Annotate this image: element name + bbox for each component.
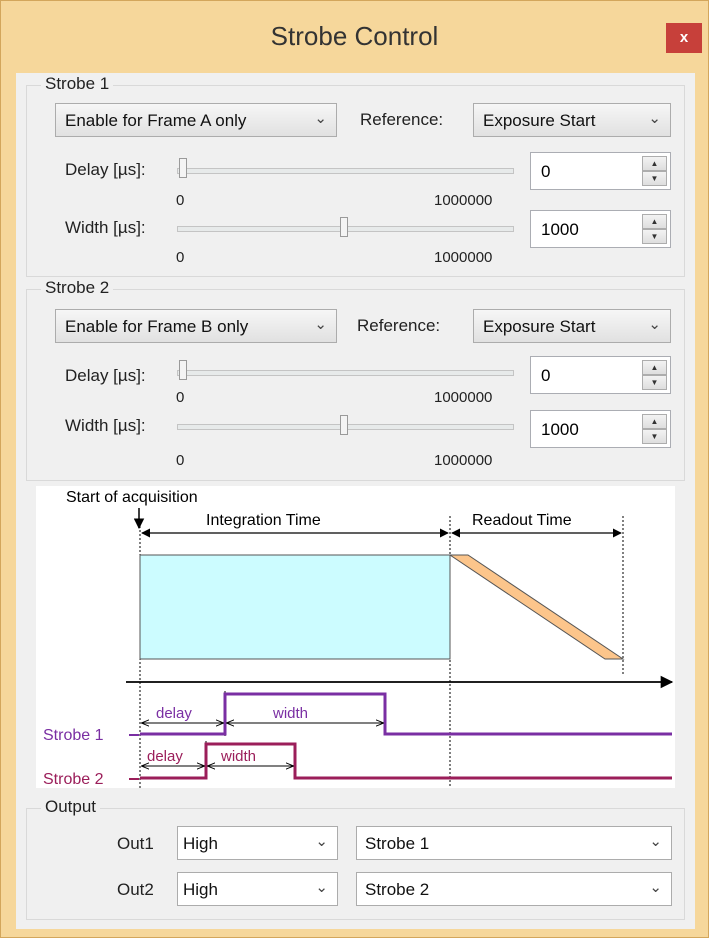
strobe2-legend: Strobe 2 (41, 278, 114, 298)
chevron-down-icon: ⌄ (314, 110, 327, 127)
strobe1-delay-value: 0 (541, 162, 551, 181)
out2-level-dropdown[interactable]: High ⌄ (177, 872, 338, 906)
strobe2-delay-slider-thumb[interactable] (179, 360, 187, 380)
out1-label: Out1 (117, 834, 154, 853)
chevron-down-icon: ⌄ (648, 110, 661, 127)
spin-up-icon[interactable]: ▲ (642, 414, 667, 429)
out2-level-value: High (183, 880, 218, 899)
strobe2-delay-track[interactable] (177, 370, 514, 376)
strobe1-delay-spinbox[interactable]: 0 ▲ ▼ (530, 152, 671, 190)
strobe1-width-slider-thumb[interactable] (340, 217, 348, 237)
chevron-down-icon: ⌄ (649, 879, 662, 896)
strobe1-width-text: width (272, 705, 308, 722)
output-legend: Output (41, 797, 101, 817)
readout-area (448, 554, 625, 660)
strobe1-delay-max: 1000000 (434, 192, 493, 209)
strobe2-delay-value: 0 (541, 366, 551, 385)
chevron-down-icon: ⌄ (648, 316, 661, 333)
chevron-down-icon: ⌄ (315, 833, 328, 850)
strobe1-delay-min: 0 (176, 192, 185, 209)
strobe-control-window: Strobe Control x Strobe 1 Enable for Fra… (0, 0, 709, 938)
output-group: Output Out1 High ⌄ Strobe 1 ⌄ Out2 High … (26, 797, 685, 920)
title-bar[interactable]: Strobe Control x (1, 1, 708, 73)
chevron-down-icon: ⌄ (315, 879, 328, 896)
strobe1-width-value: 1000 (541, 220, 579, 239)
out1-source-dropdown[interactable]: Strobe 1 ⌄ (356, 826, 672, 860)
out2-source-dropdown[interactable]: Strobe 2 ⌄ (356, 872, 672, 906)
start-of-acquisition-label: Start of acquisition (66, 489, 198, 506)
spin-up-icon[interactable]: ▲ (642, 360, 667, 375)
out1-level-dropdown[interactable]: High ⌄ (177, 826, 338, 860)
readout-time-label: Readout Time (472, 512, 572, 529)
strobe1-width-label: Width [µs]: (65, 218, 146, 237)
strobe2-waveform (140, 742, 672, 780)
strobe2-width-label: Width [µs]: (65, 416, 146, 435)
strobe1-signal-label: Strobe 1 (43, 727, 104, 744)
spin-up-icon[interactable]: ▲ (642, 214, 667, 229)
integration-time-label: Integration Time (206, 512, 321, 529)
integration-area (139, 554, 451, 660)
strobe2-width-spinbox[interactable]: 1000 ▲ ▼ (530, 410, 671, 448)
strobe2-width-slider-thumb[interactable] (340, 415, 348, 435)
strobe2-mode-value: Enable for Frame B only (65, 317, 249, 336)
spin-down-icon[interactable]: ▼ (642, 429, 667, 444)
chevron-down-icon: ⌄ (314, 316, 327, 333)
strobe1-legend: Strobe 1 (41, 74, 114, 94)
strobe2-width-min: 0 (176, 452, 185, 469)
client-area: Strobe 1 Enable for Frame A only ⌄ Refer… (16, 73, 695, 929)
strobe1-delay-text: delay (156, 705, 192, 722)
strobe2-group: Strobe 2 Enable for Frame B only ⌄ Refer… (26, 278, 685, 481)
window-title: Strobe Control (270, 21, 439, 51)
strobe1-reference-value: Exposure Start (483, 111, 596, 130)
strobe1-delay-label: Delay [µs]: (65, 160, 146, 179)
strobe2-mode-dropdown[interactable]: Enable for Frame B only ⌄ (55, 309, 337, 343)
strobe1-delay-slider-thumb[interactable] (179, 158, 187, 178)
strobe2-delay-label: Delay [µs]: (65, 366, 146, 385)
out2-source-value: Strobe 2 (365, 880, 430, 899)
strobe1-mode-dropdown[interactable]: Enable for Frame A only ⌄ (55, 103, 337, 137)
strobe2-signal-label: Strobe 2 (43, 771, 104, 788)
strobe1-group: Strobe 1 Enable for Frame A only ⌄ Refer… (26, 74, 685, 277)
strobe2-delay-spinbox[interactable]: 0 ▲ ▼ (530, 356, 671, 394)
strobe1-width-spinbox[interactable]: 1000 ▲ ▼ (530, 210, 671, 248)
strobe1-mode-value: Enable for Frame A only (65, 111, 247, 130)
strobe2-reference-dropdown[interactable]: Exposure Start ⌄ (473, 309, 671, 343)
strobe2-delay-min: 0 (176, 389, 185, 406)
out1-source-value: Strobe 1 (365, 834, 430, 853)
strobe1-waveform (140, 692, 672, 736)
strobe1-reference-dropdown[interactable]: Exposure Start ⌄ (473, 103, 671, 137)
timing-diagram-svg: Start of acquisition Integration Time Re… (43, 489, 674, 788)
strobe2-reference-label: Reference: (357, 316, 441, 335)
strobe2-delay-max: 1000000 (434, 389, 493, 406)
spin-down-icon[interactable]: ▼ (642, 171, 667, 186)
out2-label: Out2 (117, 880, 154, 899)
spin-down-icon[interactable]: ▼ (642, 375, 667, 390)
strobe1-reference-label: Reference: (360, 110, 444, 129)
strobe1-delay-track[interactable] (177, 168, 514, 174)
strobe2-width-text: width (220, 748, 256, 765)
spin-down-icon[interactable]: ▼ (642, 229, 667, 244)
strobe1-width-min: 0 (176, 249, 185, 266)
out1-level-value: High (183, 834, 218, 853)
strobe2-width-value: 1000 (541, 420, 579, 439)
strobe1-width-max: 1000000 (434, 249, 493, 266)
strobe2-reference-value: Exposure Start (483, 317, 596, 336)
close-button[interactable]: x (666, 23, 702, 53)
timing-diagram: Start of acquisition Integration Time Re… (36, 486, 675, 788)
spin-up-icon[interactable]: ▲ (642, 156, 667, 171)
strobe2-delay-text: delay (147, 748, 183, 765)
chevron-down-icon: ⌄ (649, 833, 662, 850)
strobe2-width-max: 1000000 (434, 452, 493, 469)
